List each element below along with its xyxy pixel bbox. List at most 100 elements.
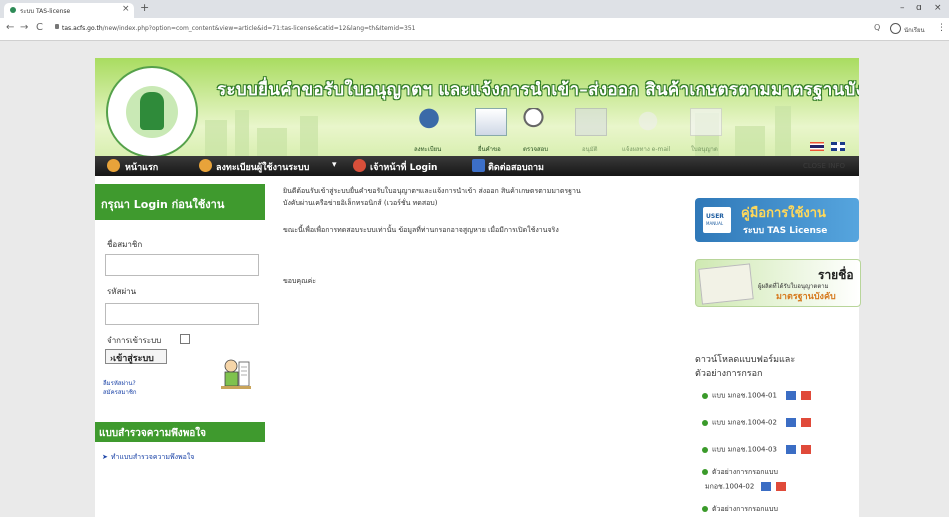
skyline-building (205, 120, 227, 156)
signup-link[interactable]: สมัครสมาชิก (103, 387, 137, 397)
forward-arrow-icon[interactable]: → (20, 22, 28, 33)
form-item-1004-03[interactable]: แบบ มกอช.1004-03 (702, 444, 812, 456)
thai-flag-icon[interactable] (810, 142, 824, 151)
sample-item-2[interactable]: ตัวอย่างการกรอกแบบ (702, 504, 778, 515)
submit-request-icon[interactable] (475, 108, 507, 136)
thanks-text: ขอบคุณค่ะ (283, 277, 317, 285)
survey-link[interactable]: ➤ ทำแบบสำรวจความพึงพอใจ (102, 452, 194, 463)
skyline-building (235, 110, 249, 156)
site-favicon-icon (10, 7, 16, 13)
manual-book-icon: USER MANUAL (703, 207, 731, 233)
sample-item-1004-02[interactable]: ตัวอย่างการกรอกแบบ (702, 467, 778, 478)
remember-checkbox[interactable] (180, 334, 190, 344)
register-icon[interactable] (417, 108, 447, 134)
sample-label: ตัวอย่างการกรอกแบบ (712, 505, 778, 513)
password-label: รหัสผ่าน (107, 287, 137, 296)
profile-avatar-icon[interactable] (890, 23, 901, 34)
pdf-icon[interactable] (799, 417, 812, 428)
menu-register[interactable]: ลงทะเบียนผู้ใช้งานระบบ (216, 160, 309, 174)
icon-label-license[interactable]: ใบอนุญาต (691, 144, 718, 154)
license-icon[interactable] (690, 108, 722, 136)
maximize-icon[interactable]: ɑ (916, 3, 922, 13)
email-icon[interactable] (633, 108, 663, 134)
download-heading-line1: ดาวน์โหลดแบบฟอร์มและ (695, 355, 796, 365)
pdf-icon[interactable] (799, 390, 812, 401)
pdf-icon[interactable] (775, 481, 788, 492)
reload-icon[interactable]: C (36, 22, 43, 33)
word-doc-icon[interactable] (784, 390, 797, 401)
download-heading-line2: ตัวอย่างการกรอก (695, 369, 763, 379)
zoom-icon[interactable]: Q (874, 23, 880, 32)
tab-title: ระบบ TAS-license (20, 8, 71, 15)
word-doc-icon[interactable] (760, 481, 773, 492)
username-input[interactable] (105, 254, 259, 276)
sample-item-1004-02-line2[interactable]: มกอช.1004-02 (705, 481, 788, 493)
arrow-right-icon: ➤ (102, 453, 108, 461)
word-doc-icon[interactable] (784, 417, 797, 428)
back-arrow-icon[interactable]: ← (6, 22, 14, 33)
skyline-building (300, 116, 318, 156)
notice-text: ขณะนี้เพื่อเพื่อการทดสอบระบบเท่านั้น ข้อ… (283, 226, 559, 234)
tab-close-icon[interactable]: × (122, 4, 130, 14)
cartoon-mascot-icon (221, 359, 251, 389)
icon-label-register[interactable]: ลงทะเบียน (414, 144, 441, 154)
acfs-logo[interactable] (106, 66, 198, 156)
logo-figure (140, 92, 164, 130)
manual-subtitle: ระบบ TAS License (743, 226, 828, 236)
pdf-icon[interactable] (799, 444, 812, 455)
username-label: ชื่อสมาชิก (107, 240, 143, 249)
form-item-1004-02[interactable]: แบบ มกอช.1004-02 (702, 417, 812, 429)
sample-form-code: มกอช.1004-02 (705, 482, 755, 491)
open-book-icon (698, 263, 754, 305)
icon-label-email[interactable]: แจ้งผลทาง e-mail (622, 144, 670, 154)
word-doc-icon[interactable] (784, 444, 797, 455)
approve-icon[interactable] (575, 108, 607, 136)
browser-tab[interactable]: ระบบ TAS-license × (4, 3, 134, 18)
menu-contact[interactable]: ติดต่อสอบถาม (488, 160, 544, 174)
window-close-icon[interactable]: × (934, 3, 942, 13)
bullet-icon (702, 419, 708, 426)
url-host: tas.acfs.go.th (62, 25, 103, 32)
login-button[interactable]: ›เข้าสู่ระบบ (105, 349, 167, 364)
new-tab-button[interactable]: + (140, 1, 149, 14)
browser-menu-icon[interactable]: ⋮ (937, 23, 946, 33)
uk-flag-icon[interactable] (831, 142, 846, 151)
user-manual-banner[interactable]: USER MANUAL คู่มือการใช้งาน ระบบ TAS Lic… (695, 198, 859, 242)
manual-title: คู่มือการใช้งาน (741, 206, 826, 221)
form-label: แบบ มกอช.1004-01 (712, 391, 777, 400)
home-icon (107, 159, 120, 172)
skyline-building (257, 128, 287, 156)
password-input[interactable] (105, 303, 259, 325)
staff-icon (353, 159, 366, 172)
chevron-down-icon[interactable]: ▾ (332, 160, 337, 170)
icon-label-submit[interactable]: ยื่นคำขอ (478, 144, 501, 154)
address-bar: ← → C tas.acfs.go.th/new/index.php?optio… (0, 18, 949, 41)
remember-label: จำการเข้าระบบ (107, 336, 162, 345)
site-title: ระบบยื่นคำขอรับใบอนุญาตฯ และแจ้งการนำเข้… (217, 80, 859, 100)
icon-label-approve[interactable]: อนุมัติ (582, 144, 598, 154)
inspect-icon[interactable] (523, 108, 553, 134)
register-menu-icon (199, 159, 212, 172)
survey-link-text: ทำแบบสำรวจความพึงพอใจ (110, 453, 195, 461)
profile-name[interactable]: นักเรียน (904, 25, 925, 35)
form-label: แบบ มกอช.1004-02 (712, 418, 777, 427)
site-header: ระบบยื่นคำขอรับใบอนุญาตฯ และแจ้งการนำเข้… (95, 58, 859, 156)
sample-label: ตัวอย่างการกรอกแบบ (712, 468, 778, 476)
url-field[interactable]: tas.acfs.go.th/new/index.php?option=com_… (62, 25, 415, 32)
form-item-1004-01[interactable]: แบบ มกอช.1004-01 (702, 390, 812, 402)
menu-staff-login[interactable]: เจ้าหน้าที่ Login (370, 160, 437, 174)
survey-heading: แบบสำรวจความพึงพอใจ (99, 428, 207, 439)
login-heading-box: กรุณา Login ก่อนใช้งาน (95, 184, 265, 220)
browser-tab-bar: ระบบ TAS-license × + – ɑ × (0, 0, 949, 18)
licensed-producers-banner[interactable]: รายชื่อ ผู้ผลิตที่ได้รับใบอนุญาตตาม มาตร… (695, 259, 861, 307)
welcome-text-line1: ยินดีต้อนรับเข้าสู่ระบบยื่นคำขอรับใบอนุญ… (283, 187, 581, 195)
minimize-icon[interactable]: – (900, 3, 905, 13)
contact-icon (472, 159, 485, 172)
icon-label-inspect[interactable]: ตรวจสอบ (523, 144, 548, 154)
close-info-link[interactable]: CLOSE INFO (803, 162, 845, 170)
survey-heading-box: แบบสำรวจความพึงพอใจ (95, 422, 265, 442)
skyline-building (775, 106, 791, 156)
menu-home[interactable]: หน้าแรก (125, 160, 158, 174)
page-container: ระบบยื่นคำขอรับใบอนุญาตฯ และแจ้งการนำเข้… (95, 58, 861, 517)
bullet-icon (702, 506, 708, 512)
